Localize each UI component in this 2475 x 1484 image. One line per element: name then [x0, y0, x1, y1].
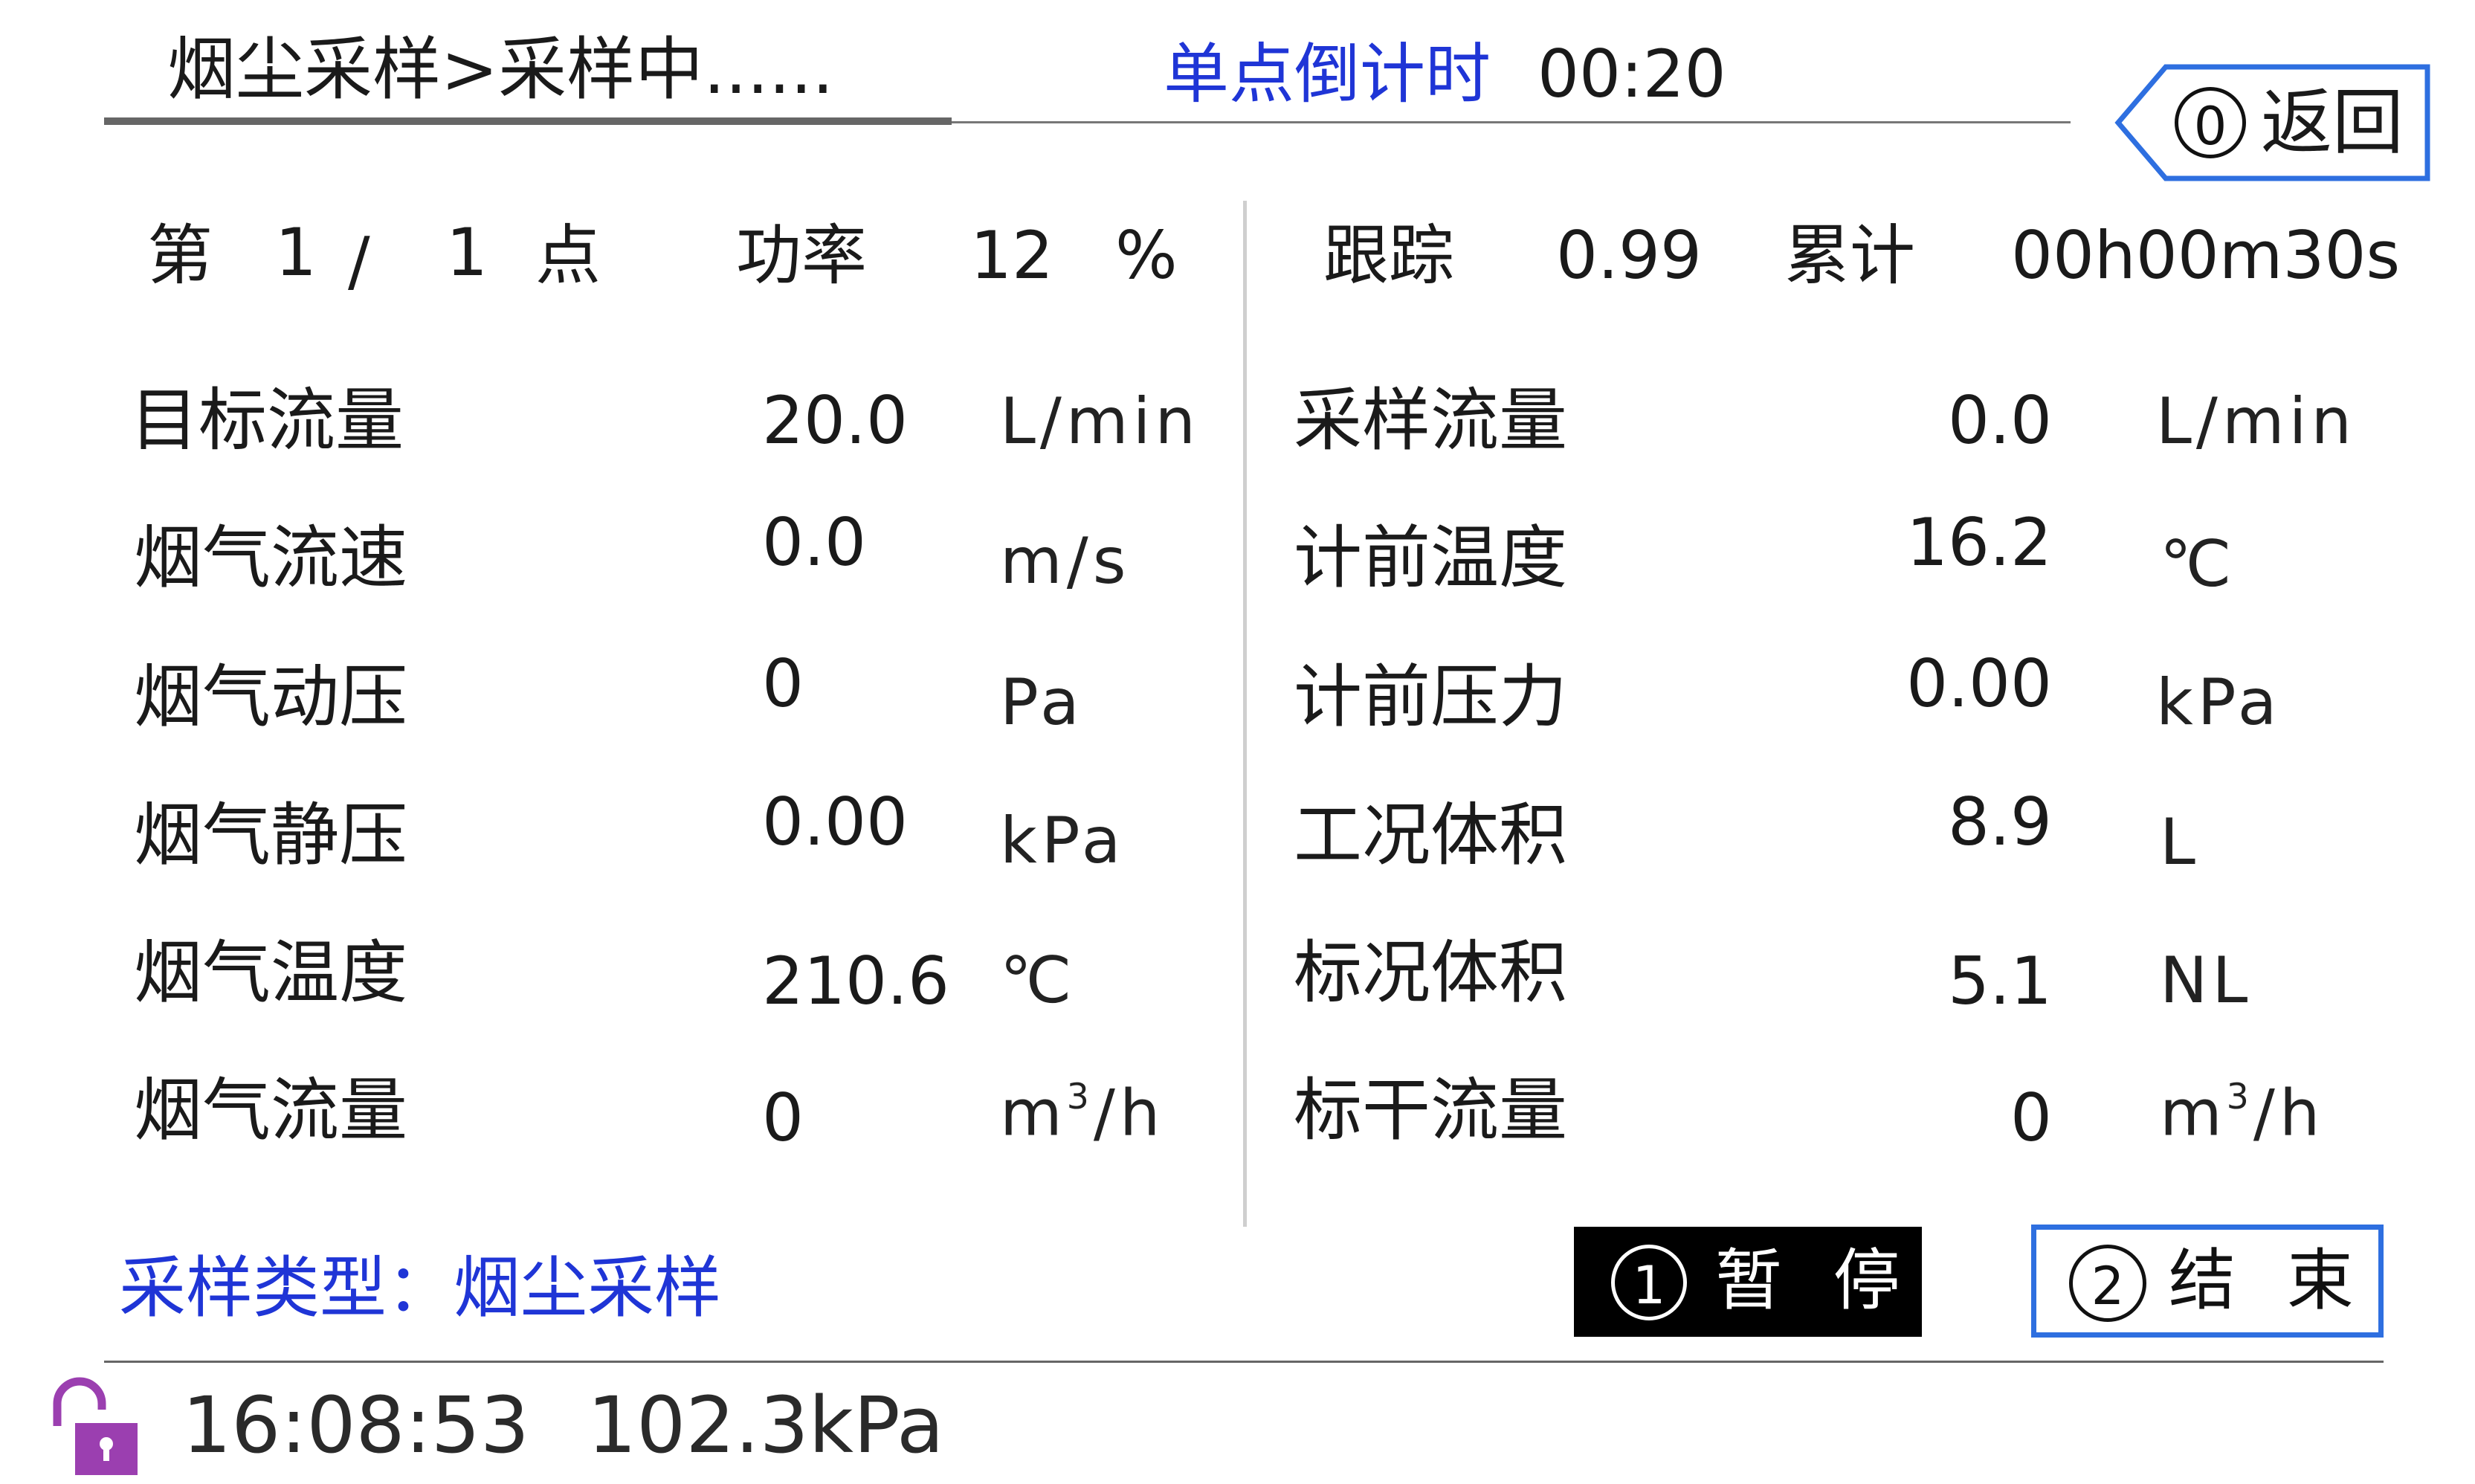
pause-label: 暂 停: [1715, 1242, 1915, 1320]
param-value-pre-meter-pressure: 0.00: [1906, 645, 2052, 722]
footer-divider: [104, 1361, 2384, 1363]
param-label-pre-meter-pressure: 计前压力: [1294, 657, 1568, 737]
clock: 16:08:53: [182, 1380, 530, 1471]
power-unit: %: [1115, 217, 1178, 294]
param-value-static-pressure: 0.00: [762, 784, 908, 860]
param-value-flue-flow: 0: [762, 1080, 804, 1156]
point-suffix: 点: [535, 217, 601, 294]
back-button[interactable]: 0 返回: [2114, 64, 2430, 181]
param-value-standard-volume: 5.1: [1948, 943, 2052, 1019]
param-unit-flue-velocity: m/s: [1000, 524, 1131, 599]
param-label-target-flow: 目标流量: [130, 381, 404, 460]
back-key-badge: 0: [2175, 87, 2246, 158]
param-unit-pre-meter-temperature: ℃: [2160, 527, 2236, 601]
power-value: 12: [970, 217, 1053, 294]
countdown-label: 单点倒计时: [1164, 36, 1491, 112]
param-unit-working-volume: L: [2160, 805, 2200, 880]
end-label: 结 束: [2169, 1242, 2369, 1320]
param-unit-static-pressure: kPa: [1000, 804, 1126, 878]
pause-button[interactable]: 1 暂 停: [1574, 1227, 1922, 1337]
param-value-pre-meter-temperature: 16.2: [1906, 504, 2052, 581]
param-value-sample-flow: 0.0: [1948, 382, 2052, 459]
param-unit-pre-meter-pressure: kPa: [2156, 665, 2282, 740]
param-label-pre-meter-temperature: 计前温度: [1294, 518, 1568, 598]
param-unit-flue-flow: m3/h: [1000, 1076, 1165, 1151]
sample-type: 采样类型：烟尘采样: [119, 1255, 721, 1322]
end-key-badge: 2: [2069, 1245, 2146, 1322]
param-value-dynamic-pressure: 0: [762, 645, 804, 722]
param-value-flue-velocity: 0.0: [762, 504, 866, 581]
param-label-flue-velocity: 烟气流速: [134, 518, 408, 598]
param-label-sample-flow: 采样流量: [1294, 381, 1568, 460]
header-divider: [952, 121, 2071, 123]
param-label-flue-temperature: 烟气温度: [134, 933, 408, 1013]
column-divider: [1243, 201, 1247, 1227]
param-label-standard-volume: 标况体积: [1294, 933, 1568, 1013]
param-label-flue-flow: 烟气流量: [134, 1071, 408, 1150]
param-value-target-flow: 20.0: [762, 382, 908, 459]
param-unit-standard-volume: NL: [2160, 943, 2253, 1018]
pause-key-badge: 1: [1611, 1245, 1687, 1320]
point-current: 1: [275, 214, 317, 291]
sample-type-label: 采样类型：: [119, 1249, 454, 1327]
param-label-working-volume: 工况体积: [1294, 796, 1568, 875]
countdown-value: 00:20: [1537, 36, 1726, 112]
back-label: 返回: [2261, 81, 2404, 164]
tracking-value: 0.99: [1556, 217, 1702, 294]
param-label-standard-dry-flow: 标干流量: [1294, 1071, 1568, 1150]
param-value-standard-dry-flow: 0: [2010, 1080, 2052, 1156]
param-unit-sample-flow: L/min: [2156, 384, 2357, 459]
total-time-label: 累计: [1784, 217, 1916, 294]
atmospheric-pressure: 102.3kPa: [587, 1380, 944, 1471]
end-button[interactable]: 2 结 束: [2031, 1225, 2384, 1338]
point-separator: /: [348, 223, 370, 300]
param-unit-target-flow: L/min: [1000, 384, 1201, 459]
point-prefix: 第: [147, 217, 213, 294]
param-unit-flue-temperature: ℃: [1000, 943, 1077, 1018]
unlocked-lock-icon: [53, 1377, 138, 1475]
param-value-flue-temperature: 210.6: [762, 943, 949, 1019]
param-label-dynamic-pressure: 烟气动压: [134, 657, 408, 737]
param-unit-dynamic-pressure: Pa: [1000, 665, 1084, 740]
total-time-value: 00h00m30s: [2011, 217, 2401, 294]
param-value-working-volume: 8.9: [1948, 784, 2052, 860]
param-unit-standard-dry-flow: m3/h: [2160, 1076, 2325, 1151]
point-total: 1: [446, 214, 488, 291]
tracking-label: 跟踪: [1323, 217, 1455, 294]
sample-type-value: 烟尘采样: [454, 1249, 721, 1327]
power-label: 功率: [736, 217, 868, 294]
param-label-static-pressure: 烟气静压: [134, 796, 408, 875]
page-title: 烟尘采样>采样中......: [167, 30, 834, 109]
title-underline-thick: [104, 117, 952, 125]
